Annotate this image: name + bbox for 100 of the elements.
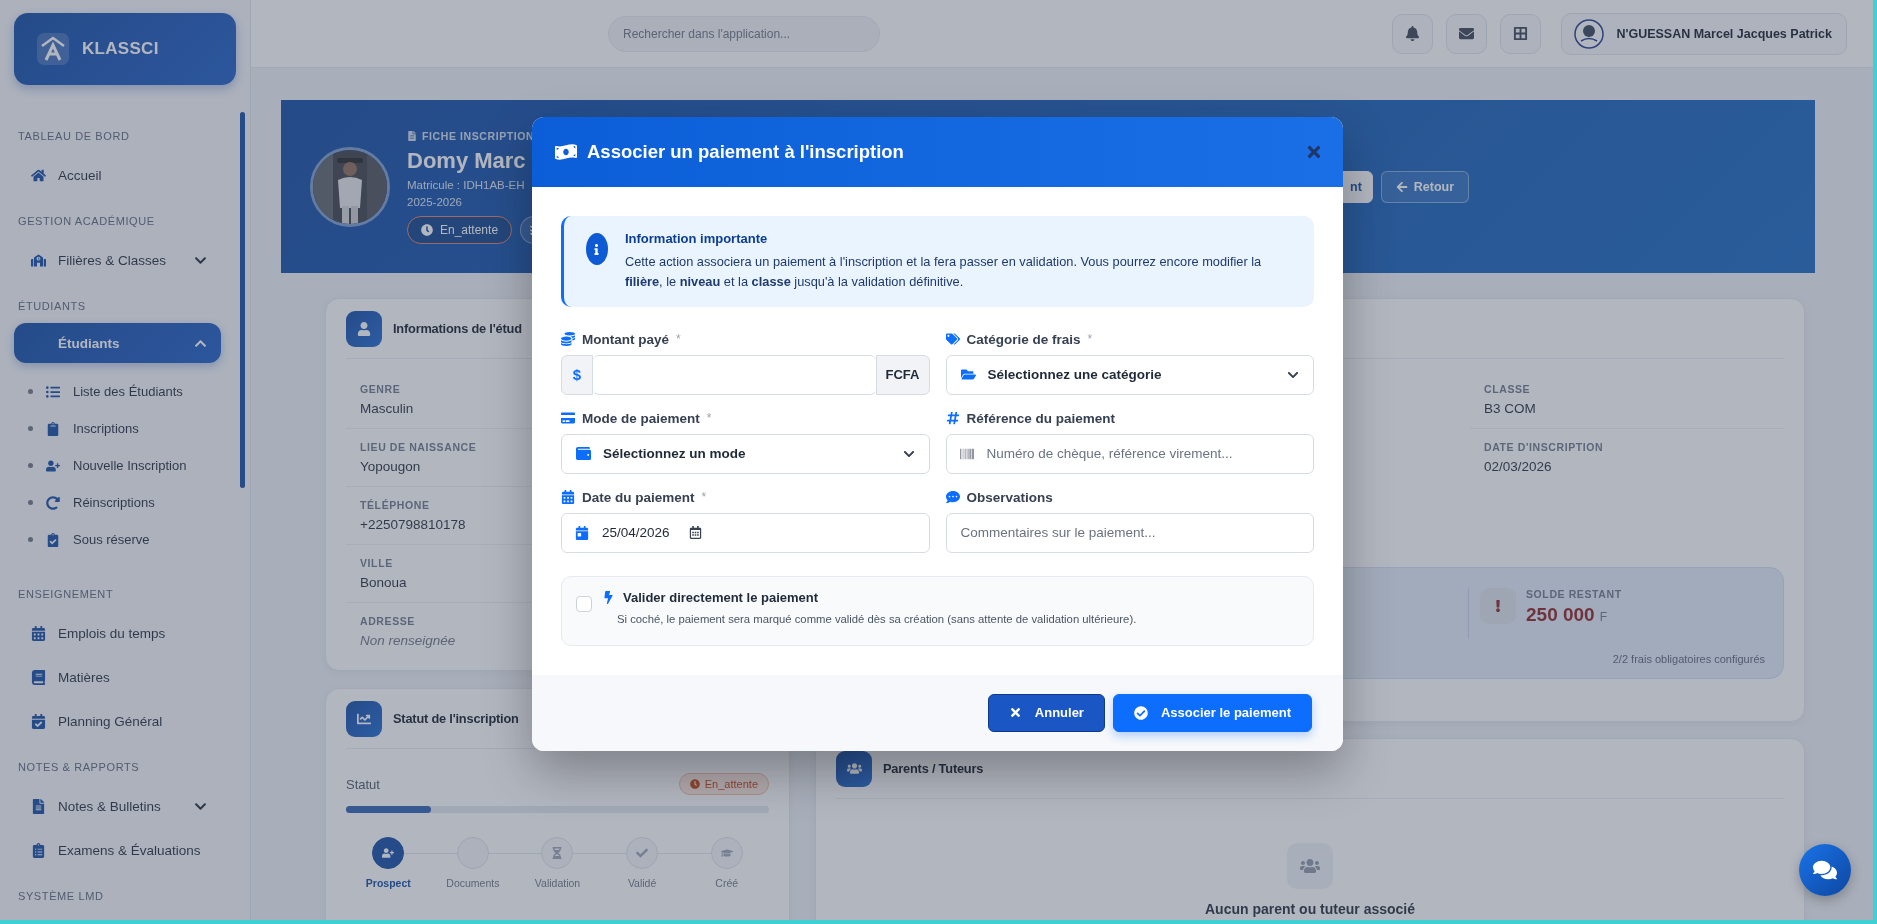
field-label: VILLE xyxy=(360,557,393,569)
nav-item[interactable]: Notes & Bulletins xyxy=(14,784,221,828)
nav-item[interactable]: Accueil xyxy=(14,153,221,197)
bolt-icon xyxy=(602,590,615,604)
field-label: DATE D'INSCRIPTION xyxy=(1484,441,1604,453)
field-label: Observations xyxy=(966,489,1053,505)
academic-year: 2025-2026 xyxy=(407,195,462,208)
tags-icon xyxy=(945,332,960,347)
apps-button[interactable] xyxy=(1500,13,1542,54)
nav-item[interactable]: Emplois du temps xyxy=(14,611,221,655)
notifications-button[interactable] xyxy=(1392,13,1434,54)
messages-button[interactable] xyxy=(1446,13,1488,54)
required-mark: * xyxy=(676,332,681,347)
subnav-item[interactable]: Nouvelle Inscription xyxy=(14,447,221,484)
required-mark: * xyxy=(701,490,707,505)
check-icon xyxy=(636,847,649,859)
document-icon xyxy=(407,130,417,141)
user-icon xyxy=(346,310,382,347)
hash-icon xyxy=(945,411,960,426)
chat-icon xyxy=(1813,858,1837,882)
clipboard-icon xyxy=(30,842,46,858)
step-label: Documents xyxy=(446,877,500,889)
close-icon xyxy=(1305,143,1323,161)
hourglass-icon xyxy=(551,847,564,859)
cancel-button[interactable]: Annuler xyxy=(987,693,1105,732)
user-plus-icon xyxy=(382,847,395,859)
section-title: TABLEAU DE BORD xyxy=(17,129,131,144)
field-value: Bonoua xyxy=(360,575,407,590)
required-mark: * xyxy=(706,411,712,426)
text-field[interactable]: Commentaires sur le paiement... xyxy=(945,512,1314,553)
home-icon xyxy=(30,167,46,183)
calendar-icon xyxy=(575,525,589,540)
calendar-check-icon xyxy=(30,713,46,729)
field-label: LIEU DE NAISSANCE xyxy=(360,441,477,453)
barcode-icon xyxy=(959,446,974,461)
envelope-icon xyxy=(1459,26,1475,41)
info-text: Cette action associera un paiement à l'inscription et la fera passer en validation. Vous pourrez encore modifier la filière, le niveau et la classe jusqu'à la validation définitive. xyxy=(624,253,1263,291)
field-value: Yopougon xyxy=(360,459,421,474)
card-title: Statut de l'inscription xyxy=(393,711,519,726)
field-label: Mode de paiement xyxy=(582,410,700,426)
nav-item[interactable]: Planning Général xyxy=(14,699,221,743)
option-label: Valider directement le paiement xyxy=(623,589,819,605)
option-hint: Si coché, le paiement sera marqué comme validé dès sa création (sans attente de validation ultérieure). xyxy=(616,612,1137,625)
balance-amount: 250 000 xyxy=(1526,604,1595,626)
nav-item[interactable]: Matières xyxy=(14,655,221,699)
field-label: Montant payé xyxy=(582,331,669,347)
field-value: +2250798810178 xyxy=(360,517,466,532)
section-title: NOTES & RAPPORTS xyxy=(17,760,141,775)
student-name: Domy Marc xyxy=(407,147,526,174)
subnav-item[interactable]: Inscriptions xyxy=(14,410,221,447)
section-title: ENSEIGNEMENT xyxy=(17,587,115,602)
currency-suffix: FCFA xyxy=(875,354,930,395)
comment-icon xyxy=(945,490,960,505)
clock-icon xyxy=(689,779,700,789)
nav-item[interactable]: Filières & Classes xyxy=(14,238,221,282)
book-icon xyxy=(30,669,46,685)
grid-icon xyxy=(1513,26,1529,41)
nav-item[interactable]: Examens & Évaluations xyxy=(14,828,221,872)
arrow-left-icon xyxy=(1395,180,1408,193)
chart-icon xyxy=(346,700,382,737)
credit-card-icon xyxy=(561,411,575,426)
section-title: ÉTUDIANTS xyxy=(17,299,87,314)
currency-prefix: $ xyxy=(561,354,593,395)
close-icon xyxy=(1008,706,1022,720)
step-label: Créé xyxy=(715,877,739,889)
scrollbar-thumb[interactable] xyxy=(240,112,245,488)
document-icon xyxy=(30,798,46,814)
nav-item[interactable]: Étudiants xyxy=(14,323,221,363)
balance-label: SOLDE RESTANT xyxy=(1526,588,1622,600)
folder-icon xyxy=(960,367,976,383)
clock-icon xyxy=(421,223,433,236)
checkbox[interactable] xyxy=(576,595,592,612)
chat-button[interactable] xyxy=(1799,844,1851,896)
field-value: 02/03/2026 xyxy=(1484,459,1552,474)
amount-field[interactable] xyxy=(593,354,876,395)
info-title: Information importante xyxy=(624,231,769,246)
select-field[interactable]: Sélectionnez une catégorie xyxy=(945,354,1314,395)
text-field[interactable]: Numéro de chèque, référence virement... xyxy=(945,433,1314,474)
bell-icon xyxy=(1405,26,1421,41)
currency-unit: F xyxy=(1599,610,1608,624)
calendar-icon xyxy=(689,525,702,539)
dialog-title: Associer un paiement à l'inscription xyxy=(587,141,905,163)
select-field[interactable]: Sélectionnez un mode xyxy=(561,433,930,474)
search-field[interactable]: Rechercher dans l'application... xyxy=(608,15,880,52)
student-matricule: Matricule : IDH1AB-EH xyxy=(407,178,525,191)
subnav-item[interactable]: Réinscriptions xyxy=(14,484,221,521)
exclamation-icon xyxy=(1480,588,1516,624)
subnav-item[interactable]: Sous réserve xyxy=(14,521,221,558)
date-field[interactable]: 25/04/2026 xyxy=(561,512,930,553)
brand-card[interactable]: KLASSCI xyxy=(14,13,236,85)
step-label: Validation xyxy=(534,877,581,889)
submit-button[interactable]: Associer le paiement xyxy=(1112,693,1312,732)
field-value: Non renseignée xyxy=(360,633,456,648)
subnav-item[interactable]: Liste des Étudiants xyxy=(14,373,221,410)
refresh-icon xyxy=(45,495,60,510)
user-menu-button[interactable]: N'GUESSAN Marcel Jacques Patrick xyxy=(1561,12,1847,55)
info-icon xyxy=(586,233,608,265)
field-label: Date du paiement xyxy=(582,489,695,505)
status-label: Statut xyxy=(346,776,380,792)
field-label: ADRESSE xyxy=(360,615,415,627)
